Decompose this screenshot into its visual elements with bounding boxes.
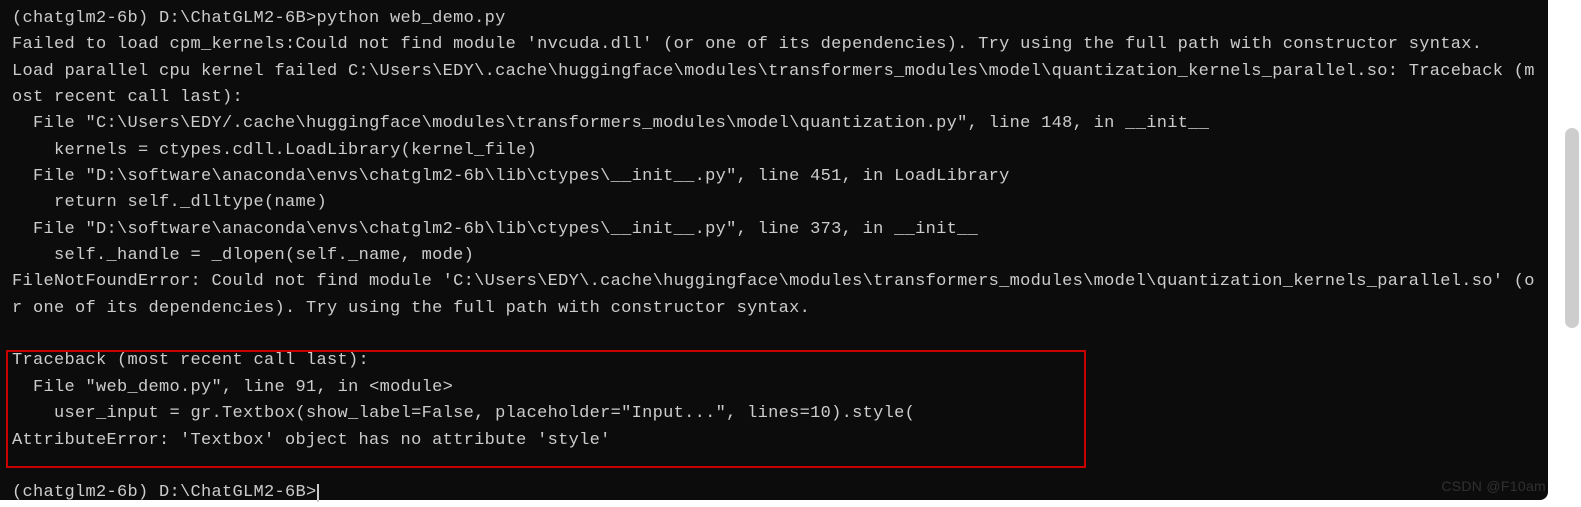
terminal-line: user_input = gr.Textbox(show_label=False… xyxy=(12,404,915,423)
terminal-line: File "D:\software\anaconda\envs\chatglm2… xyxy=(12,167,1010,186)
terminal-line: kernels = ctypes.cdll.LoadLibrary(kernel… xyxy=(12,141,537,160)
terminal-window[interactable]: (chatglm2-6b) D:\ChatGLM2-6B>python web_… xyxy=(0,0,1548,500)
terminal-line: (chatglm2-6b) D:\ChatGLM2-6B>python web_… xyxy=(12,9,506,28)
watermark-text: CSDN @F10am xyxy=(1441,476,1546,498)
terminal-line: Failed to load cpm_kernels:Could not fin… xyxy=(12,35,1482,54)
terminal-line: AttributeError: 'Textbox' object has no … xyxy=(12,431,611,450)
cursor-icon xyxy=(317,484,319,502)
terminal-output: (chatglm2-6b) D:\ChatGLM2-6B>python web_… xyxy=(12,6,1536,507)
terminal-line: return self._dlltype(name) xyxy=(12,193,327,212)
terminal-line: File "D:\software\anaconda\envs\chatglm2… xyxy=(12,220,978,239)
terminal-line: FileNotFoundError: Could not find module… xyxy=(12,272,1535,317)
terminal-line: Traceback (most recent call last): xyxy=(12,351,369,370)
terminal-line: self._handle = _dlopen(self._name, mode) xyxy=(12,246,474,265)
terminal-line: File "web_demo.py", line 91, in <module> xyxy=(12,378,453,397)
terminal-line: Load parallel cpu kernel failed C:\Users… xyxy=(12,62,1535,107)
terminal-prompt[interactable]: (chatglm2-6b) D:\ChatGLM2-6B> xyxy=(12,483,317,502)
terminal-line: File "C:\Users\EDY/.cache\huggingface\mo… xyxy=(12,114,1209,133)
scrollbar-thumb[interactable] xyxy=(1565,128,1579,328)
vertical-scrollbar[interactable] xyxy=(1561,0,1579,500)
